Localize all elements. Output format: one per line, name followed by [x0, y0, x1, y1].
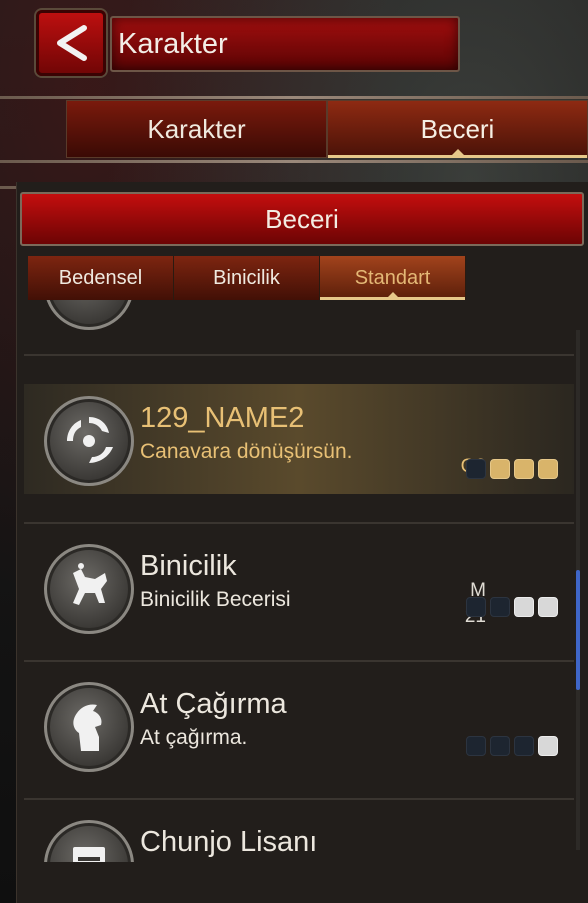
skill-level-pip	[490, 597, 510, 617]
section-title-bar: Beceri	[20, 192, 584, 246]
skill-icon	[44, 396, 134, 486]
skill-title: Chunjo Lisanı	[140, 826, 318, 858]
skill-description: At çağırma.	[140, 726, 248, 749]
skill-level-pip	[466, 736, 486, 756]
skill-level-pip	[538, 597, 558, 617]
skill-list[interactable]: 129_NAME2 Canavara dönüşürsün. G2 Binici…	[24, 300, 574, 862]
rope-divider	[0, 96, 588, 99]
skill-level-pip	[490, 736, 510, 756]
tab-beceri[interactable]: Beceri	[327, 100, 588, 158]
skill-item-chunjo-lisani[interactable]: Chunjo Lisanı	[24, 808, 574, 862]
subtab-label: Bedensel	[58, 266, 143, 289]
skill-level-pip	[538, 736, 558, 756]
skill-title: 129_NAME2	[140, 402, 305, 434]
skill-icon	[44, 820, 134, 862]
skill-level-pip	[466, 597, 486, 617]
skill-item-at-cagirma[interactable]: At Çağırma At çağırma. 10	[24, 670, 574, 780]
skill-description: Canavara dönüşürsün.	[140, 440, 353, 463]
subtab-standart[interactable]: Standart	[320, 256, 466, 300]
transform-icon	[67, 417, 113, 463]
sub-tabs: Bedensel Binicilik Standart	[28, 256, 466, 300]
tab-label: Karakter	[147, 113, 246, 144]
section-title: Beceri	[265, 203, 339, 234]
back-button[interactable]	[36, 10, 106, 76]
skill-pips	[466, 459, 558, 479]
subtab-binicilik[interactable]: Binicilik	[174, 256, 320, 300]
skill-icon	[44, 682, 134, 772]
skill-level-pip	[490, 459, 510, 479]
caret-up-icon	[386, 292, 399, 298]
skill-level-pip	[466, 459, 486, 479]
horse-head-icon	[73, 704, 102, 751]
skill-item-binicilik[interactable]: Binicilik Binicilik Becerisi M 21	[24, 532, 574, 642]
list-divider	[24, 354, 574, 356]
horse-rider-icon	[73, 563, 107, 605]
header: Karakter	[36, 10, 460, 76]
subtab-label: Standart	[354, 266, 431, 289]
page-title-bar: Karakter	[110, 16, 460, 72]
caret-up-icon	[451, 149, 464, 155]
list-divider	[24, 660, 574, 662]
main-tabs: Karakter Beceri	[66, 100, 588, 158]
skill-item-129-name2[interactable]: 129_NAME2 Canavara dönüşürsün. G2	[24, 384, 574, 494]
skill-pips	[466, 736, 558, 756]
tab-label: Beceri	[420, 113, 495, 144]
skill-level-pip	[514, 459, 534, 479]
skill-title: At Çağırma	[140, 688, 287, 720]
scrollbar-thumb[interactable]	[576, 570, 580, 690]
list-divider	[24, 798, 574, 800]
chevron-left-icon	[57, 25, 87, 61]
skill-level-pip	[514, 597, 534, 617]
skill-level-pip	[514, 736, 534, 756]
tab-karakter[interactable]: Karakter	[66, 100, 327, 158]
skill-icon-partial	[44, 300, 134, 330]
list-divider	[24, 522, 574, 524]
language-scroll-icon	[73, 847, 105, 862]
skill-title: Binicilik	[140, 550, 237, 582]
skill-pips	[466, 597, 558, 617]
scrollbar[interactable]	[576, 330, 580, 850]
skill-icon	[44, 544, 134, 634]
subtab-bedensel[interactable]: Bedensel	[28, 256, 174, 300]
skill-description: Binicilik Becerisi	[140, 588, 291, 611]
subtab-label: Binicilik	[213, 266, 280, 289]
rope-divider	[0, 160, 588, 163]
page-title: Karakter	[118, 28, 228, 60]
skill-level-pip	[538, 459, 558, 479]
